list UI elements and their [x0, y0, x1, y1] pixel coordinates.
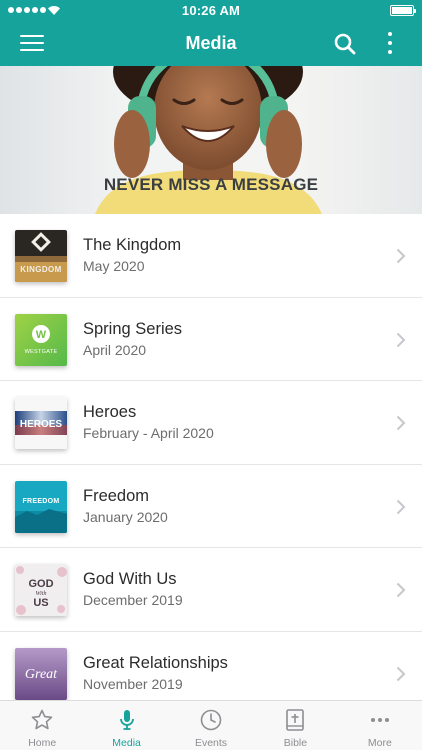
- list-item[interactable]: HEROES Heroes February - April 2020: [0, 381, 422, 465]
- tab-label: Events: [194, 737, 228, 749]
- page-title: Media: [185, 33, 237, 53]
- series-thumbnail: Great: [15, 647, 67, 700]
- chevron-right-icon: [396, 248, 406, 264]
- series-date: May 2020: [83, 258, 145, 274]
- series-date: April 2020: [83, 341, 147, 358]
- svg-text:KINGDOM: KINGDOM: [20, 265, 61, 274]
- list-item[interactable]: W WESTGATE Spring Series April 2020: [0, 297, 422, 382]
- chevron-right-icon: [396, 415, 406, 431]
- ellipsis-icon: [370, 718, 389, 722]
- chevron-right-icon: [396, 499, 406, 514]
- series-thumbnail: HEROES: [15, 397, 67, 450]
- clock-icon: [200, 709, 222, 731]
- series-title: Freedom: [83, 486, 150, 505]
- svg-text:W: W: [36, 329, 47, 341]
- tab-events[interactable]: Events: [169, 701, 253, 750]
- status-time: 10:26 AM: [181, 3, 241, 18]
- media-series-list: KINGDOM The Kingdom May 2020 W WESTGATE …: [0, 214, 422, 700]
- series-title: Spring Series: [83, 319, 183, 338]
- series-title: Great Relationships: [83, 653, 228, 672]
- series-date: November 2019: [83, 675, 183, 692]
- more-options-icon[interactable]: [380, 30, 400, 58]
- star-icon: [31, 709, 53, 730]
- chevron-right-icon: [396, 666, 406, 682]
- tab-bar: Home Media Events Bible More: [0, 700, 422, 750]
- chevron-right-icon: [396, 583, 406, 598]
- series-thumbnail: FREEDOM: [15, 480, 67, 533]
- hero-caption: NEVER MISS A MESSAGE: [103, 175, 319, 194]
- list-item[interactable]: KINGDOM The Kingdom May 2020: [0, 214, 422, 298]
- list-item[interactable]: GOD With US God With Us December 2019: [0, 548, 422, 632]
- series-title: The Kingdom: [83, 236, 182, 254]
- series-title: Heroes: [83, 403, 137, 422]
- battery-icon: [390, 5, 416, 16]
- tab-more[interactable]: More: [338, 701, 422, 750]
- tab-home[interactable]: Home: [0, 701, 84, 750]
- chevron-right-icon: [396, 332, 406, 347]
- series-date: January 2020: [83, 508, 168, 525]
- tab-media[interactable]: Media: [84, 701, 168, 750]
- tab-bible[interactable]: Bible: [253, 701, 337, 750]
- search-icon[interactable]: [333, 32, 357, 56]
- list-item[interactable]: FREEDOM Freedom January 2020: [0, 464, 422, 549]
- svg-text:US: US: [33, 597, 48, 609]
- navigation-bar: Media: [0, 22, 422, 66]
- hero-banner[interactable]: NEVER MISS A MESSAGE: [0, 66, 422, 214]
- svg-text:Great: Great: [25, 667, 58, 682]
- tab-label: More: [367, 737, 392, 749]
- tab-label: Media: [112, 737, 141, 749]
- list-item[interactable]: Great Great Relationships November 2019: [0, 631, 422, 700]
- series-thumbnail: KINGDOM: [15, 230, 67, 282]
- series-date: February - April 2020: [83, 425, 214, 442]
- series-title: God With Us: [83, 570, 177, 589]
- series-thumbnail: GOD With US: [15, 564, 67, 617]
- svg-text:FREEDOM: FREEDOM: [22, 498, 59, 505]
- status-bar: 10:26 AM: [0, 0, 422, 22]
- series-thumbnail: W WESTGATE: [15, 313, 67, 366]
- microphone-icon: [119, 710, 134, 730]
- svg-text:HEROES: HEROES: [20, 419, 63, 430]
- tab-label: Home: [28, 737, 57, 749]
- svg-text:WESTGATE: WESTGATE: [25, 349, 58, 355]
- svg-text:GOD: GOD: [28, 578, 53, 590]
- tab-label: Bible: [283, 737, 308, 749]
- bible-icon: [286, 709, 305, 731]
- series-date: December 2019: [83, 592, 183, 609]
